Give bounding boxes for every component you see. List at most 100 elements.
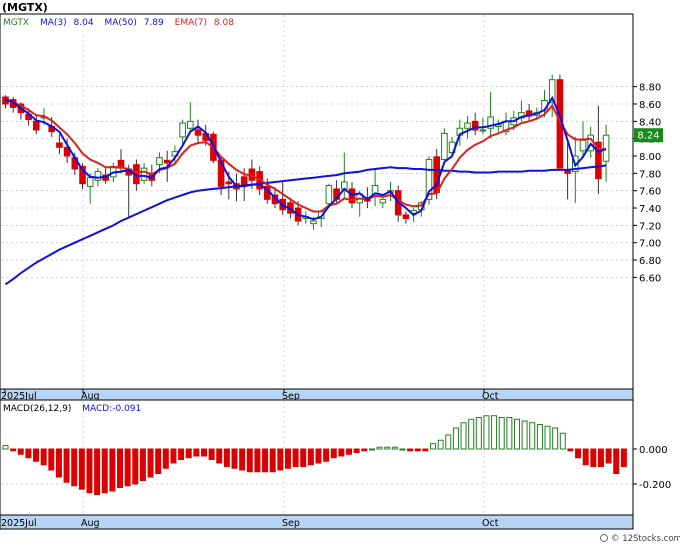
price-y-tick-label: 8.00 (639, 152, 661, 163)
macd-bar (529, 422, 536, 450)
macd-bar (40, 448, 47, 466)
price-y-tick-label: 6.80 (639, 256, 661, 267)
legend-ma50-value: 7.89 (144, 18, 164, 28)
macd-bar (132, 448, 139, 485)
macd-bar (63, 448, 70, 483)
macd-bar (223, 448, 230, 467)
macd-bar (262, 448, 269, 473)
macd-bar (544, 425, 551, 450)
macd-legend: MACD(26,12,9) MACD:-0.091 (3, 404, 141, 414)
macd-bar (170, 448, 177, 464)
macd-bar (468, 418, 475, 450)
macd-bar (231, 448, 238, 469)
macd-bar (254, 448, 261, 473)
macd-legend-name: MACD(26,12,9) (3, 404, 71, 414)
macd-bar (10, 448, 17, 452)
macd-bar (475, 417, 482, 450)
price-y-tick-label: 7.60 (639, 187, 661, 198)
price-panel (0, 13, 634, 390)
macd-bar (582, 448, 589, 466)
macd-legend-value: MACD:-0.091 (82, 404, 141, 414)
macd-bar (2, 445, 9, 450)
macd-bar (414, 448, 421, 452)
macd-bar (437, 439, 444, 450)
macd-y-tick-label: -0.200 (639, 480, 671, 491)
candle-body (402, 214, 410, 219)
macd-bar (277, 448, 284, 471)
macd-bar (368, 448, 375, 451)
candle-body (479, 129, 487, 132)
legend-ma50: MA(50) (104, 18, 136, 28)
candle-body (33, 120, 40, 131)
candle-body (310, 220, 317, 225)
macd-x-tick-label: Aug (81, 518, 100, 529)
macd-bar (597, 448, 604, 467)
candle (441, 128, 448, 165)
stock-chart: 2025Jul Aug Sep Oct 2025Jul Aug Sep Oct 6.60 6.… (0, 0, 680, 546)
macd-y-tick-label: 0.000 (639, 445, 668, 456)
macd-bar (552, 427, 559, 450)
macd-bar (101, 448, 108, 494)
macd-bar (567, 448, 574, 452)
candle-body (187, 120, 194, 129)
macd-bar (452, 427, 459, 450)
macd-bar (506, 417, 513, 450)
candle-body (94, 171, 102, 181)
candle-body (325, 184, 333, 205)
candle-body (179, 122, 186, 138)
candle-body (163, 159, 171, 164)
macd-bar (323, 448, 330, 462)
price-y-tick-label: 7.20 (639, 221, 661, 232)
macd-bar (498, 417, 505, 450)
macd-bar (338, 448, 345, 457)
price-y-tick-label: 8.80 (639, 83, 661, 94)
macd-bar (269, 448, 276, 473)
price-y-tick-label: 6.60 (639, 273, 661, 284)
price-y-tick-label: 7.40 (639, 204, 661, 215)
macd-bar (315, 448, 322, 464)
macd-bar (620, 448, 627, 467)
watermark-text: © 12Stocks.com (611, 534, 680, 544)
macd-bar (17, 448, 24, 455)
macd-bar (78, 448, 85, 490)
macd-bar (605, 448, 612, 464)
macd-bar (208, 448, 215, 460)
price-y-tick-label: 8.60 (639, 100, 661, 111)
macd-bar (491, 415, 498, 450)
macd-x-tick-label: 2025Jul (1, 518, 37, 529)
macd-bar (521, 420, 528, 450)
macd-bar (178, 448, 185, 460)
macd-panel (0, 399, 634, 516)
macd-bar (94, 448, 101, 495)
chart-title: (MGTX) (2, 1, 48, 14)
macd-bar (246, 448, 253, 473)
macd-bar (48, 448, 55, 471)
macd-bar (55, 448, 62, 478)
macd-date-strip: 2025Jul Aug Sep Oct (0, 514, 634, 530)
price-y-tick-label: 7.80 (639, 169, 661, 180)
price-y-tick-label: 8.40 (639, 117, 661, 128)
macd-bar (147, 448, 154, 478)
macd-bar (513, 418, 520, 450)
candle-body (194, 129, 202, 136)
macd-bar (536, 424, 543, 450)
macd-bar (124, 448, 131, 487)
macd-bar (384, 446, 391, 450)
macd-bar (361, 448, 368, 452)
macd-bar (346, 448, 353, 455)
macd-bar (559, 432, 566, 450)
macd-bar (483, 415, 490, 450)
macd-bar (216, 448, 223, 464)
candle-body (379, 198, 387, 204)
watermark: © 12Stocks.com (600, 534, 680, 544)
macd-bar (590, 448, 597, 467)
legend-ma3-value: 8.04 (74, 18, 94, 28)
macd-bar (376, 446, 383, 450)
macd-x-tick-label: Sep (282, 518, 300, 529)
macd-bar (109, 448, 116, 492)
macd-bar (33, 448, 40, 462)
macd-bar (185, 448, 192, 459)
last-price-box: 8.24 (634, 128, 663, 143)
macd-bar (399, 448, 406, 451)
macd-x-tick-label: Oct (482, 518, 499, 529)
